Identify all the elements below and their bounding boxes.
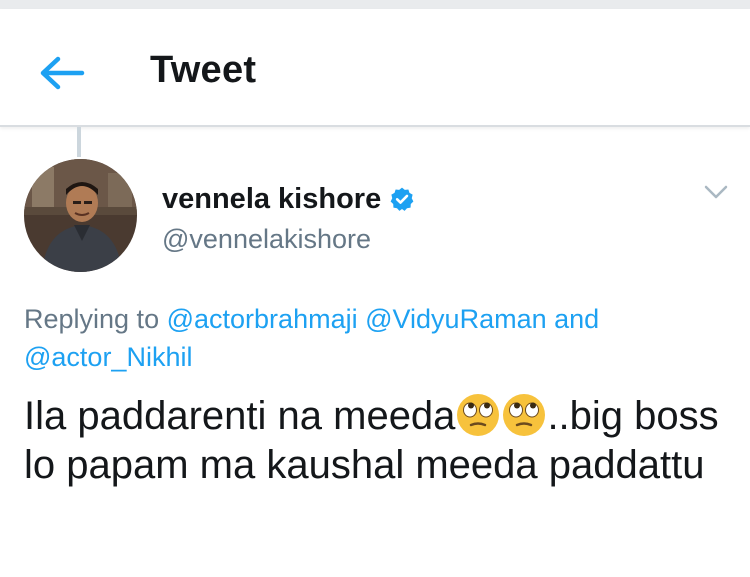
tweet-menu-button[interactable] [701,180,731,204]
rolling-eyes-emoji-icon [457,394,500,436]
verified-badge-icon [390,187,414,211]
author-name[interactable]: vennela kishore [162,183,381,216]
chevron-down-icon [704,185,728,199]
avatar[interactable] [24,159,137,272]
mention-link[interactable]: @actor_Nikhil [24,342,192,372]
replying-to-label: Replying to [24,304,160,334]
page-title: Tweet [150,49,257,91]
reply-conjunction[interactable]: and [554,304,599,334]
arrow-left-icon [40,56,85,90]
author-row: vennela kishore [162,179,415,219]
author-handle[interactable]: @vennelakishore [162,224,371,255]
mention-link[interactable]: @actorbrahmaji [167,304,358,334]
avatar-photo [24,159,137,272]
thread-connector-line [77,127,81,157]
mention-link[interactable]: @VidyuRaman [365,304,547,334]
top-app-bar: Tweet [0,9,750,127]
replying-to: Replying to @actorbrahmaji @VidyuRaman a… [24,300,724,376]
back-button[interactable] [38,56,86,90]
tweet-text: Ila paddarenti na meeda ..big boss lo pap… [24,392,744,490]
tweet-text-part: Ila paddarenti na meeda [24,394,456,438]
rolling-eyes-emoji-icon [503,394,546,436]
status-bar [0,0,750,9]
